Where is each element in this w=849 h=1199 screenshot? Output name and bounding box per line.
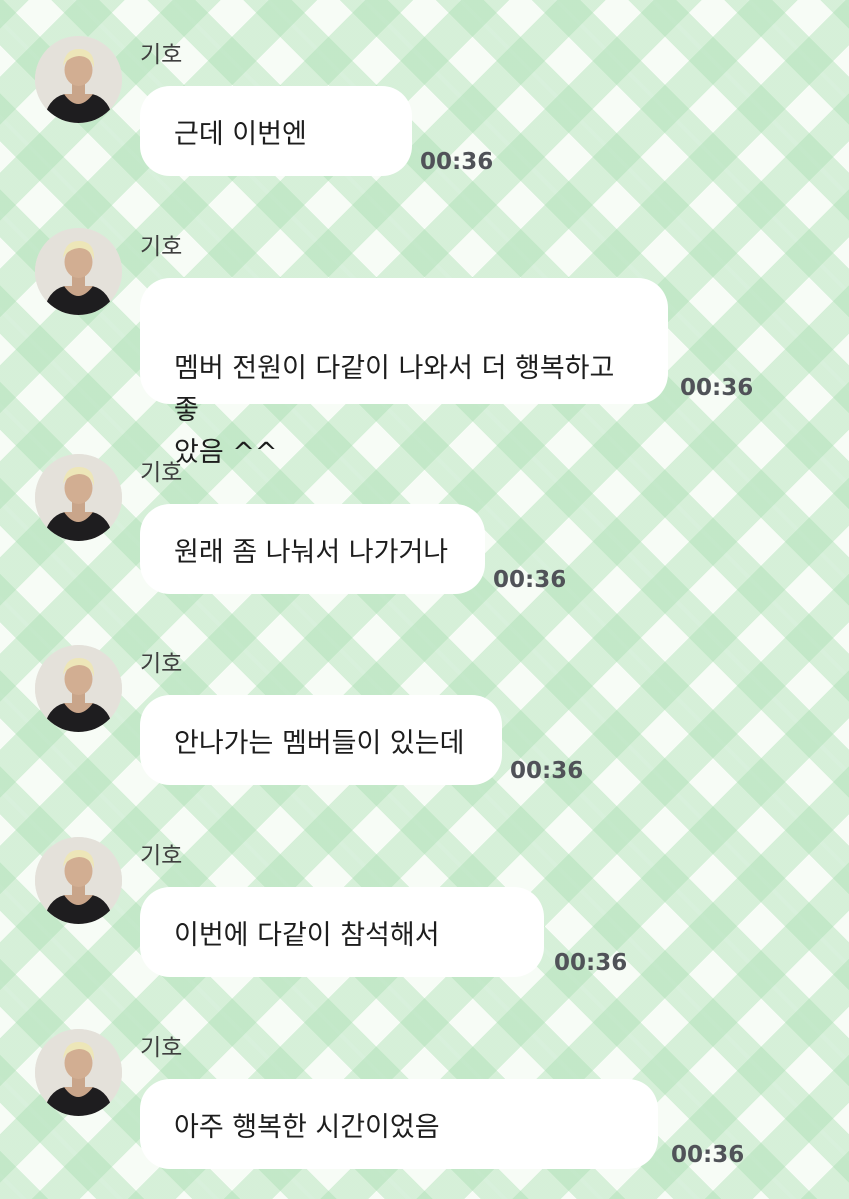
message-time: 00:36	[510, 758, 584, 784]
profile-photo-icon	[35, 36, 122, 123]
profile-photo-icon	[35, 645, 122, 732]
message-bubble[interactable]: 근데 이번엔	[140, 86, 412, 176]
chat-transcript: 기호 근데 이번엔 00:36 기호 멤버 전원이 다같이 나와서 더 행복하고…	[0, 0, 849, 1199]
sender-name: 기호	[140, 234, 183, 260]
avatar[interactable]	[35, 36, 122, 123]
sender-name: 기호	[140, 42, 183, 68]
message-bubble[interactable]: 이번에 다같이 참석해서	[140, 887, 544, 977]
message-text: 원래 좀 나눠서 나가거나	[174, 537, 449, 568]
message-text: 이번에 다같이 참석해서	[174, 920, 440, 951]
avatar[interactable]	[35, 645, 122, 732]
message-time: 00:36	[680, 375, 754, 401]
message-time: 00:36	[554, 950, 628, 976]
message-time: 00:36	[671, 1142, 745, 1168]
sender-name: 기호	[140, 460, 183, 486]
message-text: 아주 행복한 시간이었음	[174, 1112, 440, 1143]
profile-photo-icon	[35, 837, 122, 924]
chat-message: 기호 안나가는 멤버들이 있는데 00:36	[0, 609, 849, 789]
message-time: 00:36	[420, 149, 494, 175]
message-bubble[interactable]: 멤버 전원이 다같이 나와서 더 행복하고 좋 았음 ^^	[140, 278, 668, 468]
message-bubble[interactable]: 아주 행복한 시간이었음	[140, 1079, 658, 1169]
sender-name: 기호	[140, 843, 183, 869]
chat-message: 기호 아주 행복한 시간이었음 00:36	[0, 993, 849, 1173]
profile-photo-icon	[35, 228, 122, 315]
avatar[interactable]	[35, 228, 122, 315]
message-time: 00:36	[493, 567, 567, 593]
avatar[interactable]	[35, 837, 122, 924]
message-text: 근데 이번엔	[174, 119, 307, 150]
sender-name: 기호	[140, 651, 183, 677]
chat-message: 기호 원래 좀 나눠서 나가거나 00:36	[0, 418, 849, 598]
chat-message: 기호 멤버 전원이 다같이 나와서 더 행복하고 좋 았음 ^^ 00:36	[0, 192, 849, 468]
chat-message: 기호 근데 이번엔 00:36	[0, 0, 849, 180]
profile-photo-icon	[35, 1029, 122, 1116]
avatar[interactable]	[35, 1029, 122, 1116]
profile-photo-icon	[35, 454, 122, 541]
message-bubble[interactable]: 원래 좀 나눠서 나가거나	[140, 504, 485, 594]
chat-message: 기호 이번에 다같이 참석해서 00:36	[0, 801, 849, 981]
message-bubble[interactable]: 안나가는 멤버들이 있는데	[140, 695, 502, 785]
sender-name: 기호	[140, 1035, 183, 1061]
message-text: 안나가는 멤버들이 있는데	[174, 728, 465, 759]
avatar[interactable]	[35, 454, 122, 541]
